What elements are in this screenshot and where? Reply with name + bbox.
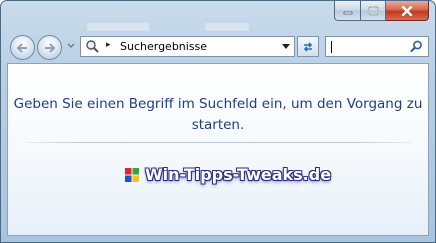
minimize-button[interactable] bbox=[334, 1, 361, 21]
title-bar[interactable] bbox=[1, 1, 435, 23]
maximize-button[interactable] bbox=[361, 1, 386, 21]
empty-search-message: Geben Sie einen Begriff im Suchfeld ein,… bbox=[13, 96, 423, 133]
watermark: Win-Tipps-Tweaks.de bbox=[125, 165, 331, 184]
divider bbox=[26, 142, 411, 143]
caption-buttons bbox=[334, 1, 429, 21]
watermark-text: Win-Tipps-Tweaks.de bbox=[145, 165, 332, 184]
explorer-window: ▸ Suchergebnisse Geben Sie einen Begriff… bbox=[0, 0, 436, 243]
forward-arrow-icon bbox=[45, 42, 56, 53]
windows-flag-icon bbox=[125, 167, 139, 182]
search-icon[interactable] bbox=[410, 40, 423, 53]
text-caret bbox=[331, 41, 332, 53]
chevron-down-icon[interactable] bbox=[67, 43, 75, 49]
address-dropdown-icon[interactable] bbox=[282, 44, 290, 49]
results-pane: Geben Sie einen Begriff im Suchfeld ein,… bbox=[7, 63, 429, 236]
close-icon bbox=[401, 5, 413, 16]
back-button[interactable] bbox=[10, 35, 35, 60]
breadcrumb-separator[interactable]: ▸ bbox=[106, 40, 111, 50]
minimize-icon bbox=[343, 11, 352, 14]
menu-item-placeholder bbox=[87, 23, 149, 31]
refresh-button[interactable] bbox=[297, 36, 319, 57]
search-folder-icon bbox=[86, 40, 99, 53]
close-button[interactable] bbox=[386, 1, 429, 21]
refresh-icon bbox=[303, 41, 313, 52]
maximize-icon bbox=[367, 5, 379, 16]
navigation-bar: ▸ Suchergebnisse bbox=[1, 31, 435, 63]
back-arrow-icon bbox=[16, 42, 27, 53]
search-input[interactable] bbox=[325, 36, 429, 57]
menu-item-placeholder bbox=[205, 23, 249, 31]
forward-button[interactable] bbox=[37, 35, 62, 60]
address-bar[interactable]: ▸ Suchergebnisse bbox=[80, 36, 295, 57]
breadcrumb-item-search-results[interactable]: Suchergebnisse bbox=[120, 40, 207, 53]
